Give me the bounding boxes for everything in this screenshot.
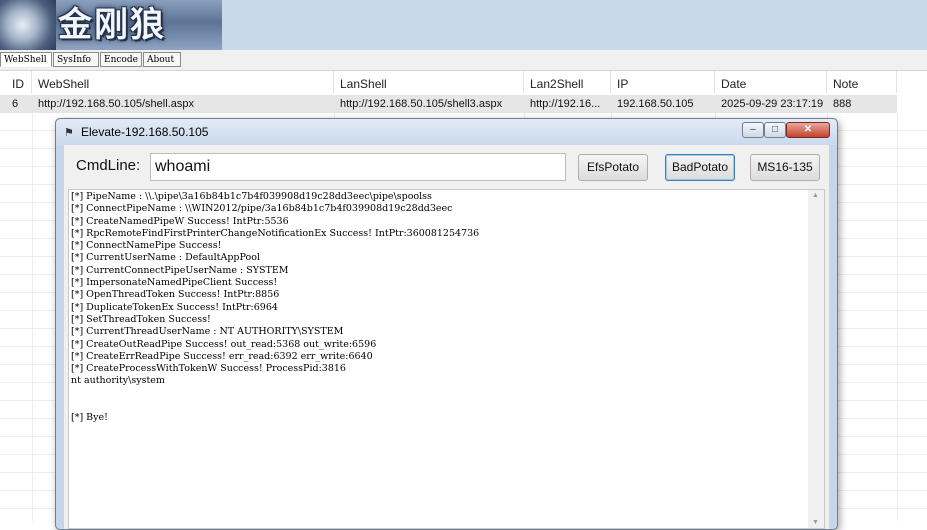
cell-id: 6	[12, 98, 19, 110]
tab-webshell[interactable]: WebShell	[0, 52, 52, 67]
column-header-lanshell[interactable]: LanShell	[334, 71, 524, 93]
header-banner: 金刚狼	[0, 0, 927, 50]
dialog-body: CmdLine: EfsPotato BadPotato MS16-135 [*…	[64, 145, 829, 529]
wolf-icon: ⚑	[64, 127, 74, 139]
cell-webshell: http://192.168.50.105/shell.aspx	[38, 98, 194, 110]
column-header-lan2shell[interactable]: Lan2Shell	[524, 71, 611, 93]
table-row[interactable]: 6 http://192.168.50.105/shell.aspx http:…	[0, 95, 897, 113]
output-textarea[interactable]: [*] PipeName : \\.\pipe\3a16b84b1c7b4f03…	[68, 189, 825, 529]
grid-divider	[32, 113, 33, 521]
wolf-logo-icon	[0, 0, 56, 50]
menu-tab-bar: WebShell SysInfo Encode About	[0, 50, 927, 70]
tab-about[interactable]: About	[143, 52, 181, 67]
column-header-id[interactable]: ID	[6, 71, 32, 93]
column-header-date[interactable]: Date	[715, 71, 827, 93]
tab-sysinfo[interactable]: SysInfo	[53, 52, 99, 67]
tab-encode[interactable]: Encode	[100, 52, 142, 67]
cell-note: 888	[833, 98, 852, 110]
efspotato-button[interactable]: EfsPotato	[578, 154, 648, 181]
cell-date: 2025-09-29 23:17:19	[721, 98, 824, 110]
output-text: [*] PipeName : \\.\pipe\3a16b84b1c7b4f03…	[71, 191, 480, 424]
grid-divider	[897, 113, 898, 521]
minimize-button[interactable]: –	[742, 122, 764, 138]
cell-lanshell: http://192.168.50.105/shell3.aspx	[340, 98, 503, 110]
elevate-dialog[interactable]: ⚑ Elevate-192.168.50.105 – □ ✕ CmdLine: …	[55, 118, 838, 530]
maximize-button[interactable]: □	[764, 122, 786, 138]
ms16-135-button[interactable]: MS16-135	[750, 154, 820, 181]
output-scrollbar[interactable]: ▲ ▼	[808, 190, 824, 528]
column-header-ip[interactable]: IP	[611, 71, 715, 93]
logo-title: 金刚狼	[58, 5, 166, 45]
cell-lan2shell: http://192.16...	[530, 98, 601, 110]
scroll-down-icon[interactable]: ▼	[812, 519, 819, 526]
cell-ip: 192.168.50.105	[617, 98, 694, 110]
app-logo: 金刚狼	[0, 0, 222, 50]
dialog-title: Elevate-192.168.50.105	[81, 125, 209, 139]
badpotato-button[interactable]: BadPotato	[665, 154, 735, 181]
cmdline-label: CmdLine:	[76, 157, 141, 174]
scroll-up-icon[interactable]: ▲	[812, 192, 819, 199]
dialog-title-bar[interactable]: ⚑ Elevate-192.168.50.105 – □ ✕	[56, 119, 837, 145]
close-button[interactable]: ✕	[786, 122, 830, 138]
cmdline-input[interactable]	[150, 153, 566, 181]
list-header: ID WebShell LanShell Lan2Shell IP Date N…	[0, 71, 927, 93]
column-header-note[interactable]: Note	[827, 71, 897, 93]
column-header-webshell[interactable]: WebShell	[32, 71, 334, 93]
